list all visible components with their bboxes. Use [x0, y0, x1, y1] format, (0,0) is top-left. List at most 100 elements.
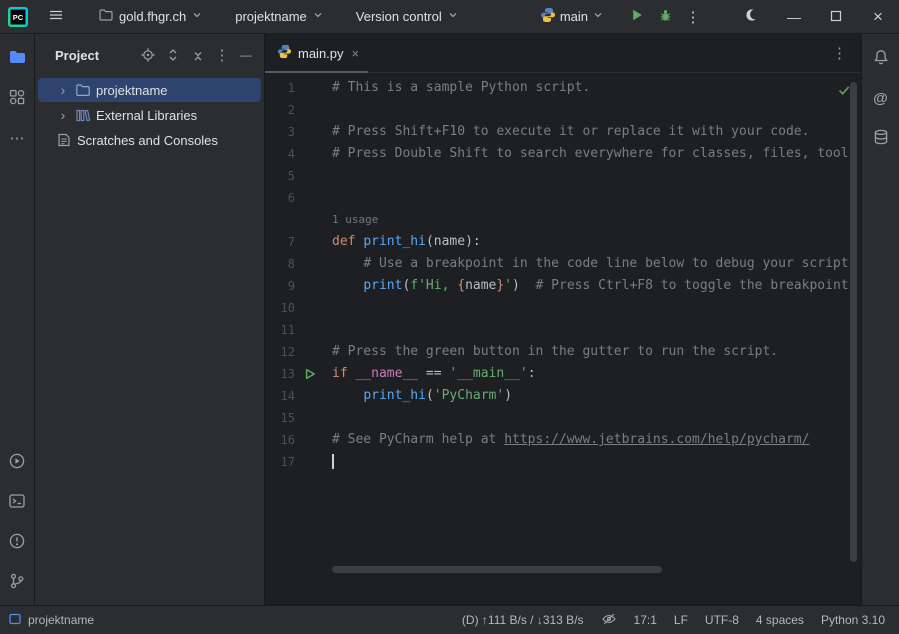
structure-tool-button[interactable] — [5, 86, 29, 110]
project-tool-button[interactable] — [5, 46, 29, 70]
gutter — [295, 341, 332, 363]
pycharm-logo: PC — [8, 7, 28, 27]
theme-toggle-button[interactable] — [731, 0, 773, 33]
chevron-down-icon — [447, 9, 459, 24]
line-number: 17 — [265, 451, 295, 473]
line-number: 14 — [265, 385, 295, 407]
expand-selection-icon[interactable] — [165, 47, 181, 63]
git-branch-icon — [8, 572, 26, 593]
line-number: 9 — [265, 275, 295, 297]
collapse-all-icon[interactable] — [190, 47, 206, 63]
editor-options-icon[interactable]: ⋮ — [832, 44, 847, 62]
main-menu-button[interactable] — [42, 4, 70, 30]
left-toolbar: ⋯ — [0, 34, 35, 605]
chevron-right-icon[interactable]: › — [56, 83, 70, 97]
code-line-5[interactable]: 5 — [265, 165, 861, 187]
run-play-icon — [630, 8, 644, 25]
code-line-16[interactable]: 16# See PyCharm help at https://www.jetb… — [265, 429, 861, 451]
ai-assistant-button[interactable]: @ — [869, 86, 893, 110]
code-line-1[interactable]: 1# This is a sample Python script. — [265, 77, 861, 99]
chevron-right-icon[interactable]: › — [56, 108, 70, 122]
panel-options-icon[interactable]: ⋮ — [215, 47, 229, 63]
line-separator-widget[interactable]: LF — [674, 613, 688, 627]
tree-item-projektname[interactable]: ›projektname — [38, 78, 261, 102]
code-line-4[interactable]: 4# Press Double Shift to search everywhe… — [265, 143, 861, 165]
debug-button[interactable] — [651, 4, 679, 30]
run-configuration-widget[interactable]: main — [535, 4, 609, 29]
line-number: 3 — [265, 121, 295, 143]
interpreter-widget[interactable]: Python 3.10 — [821, 613, 885, 627]
code-line-13[interactable]: 13if __name__ == '__main__': — [265, 363, 861, 385]
code-line-8[interactable]: 8 # Use a breakpoint in the code line be… — [265, 253, 861, 275]
notifications-button[interactable] — [869, 46, 893, 70]
terminal-tool-button[interactable] — [5, 490, 29, 514]
code-line-7[interactable]: 7def print_hi(name): — [265, 231, 861, 253]
gutter — [295, 165, 332, 187]
close-button[interactable]: × — [857, 0, 899, 33]
chevron-down-icon — [592, 9, 604, 24]
statusbar-project-widget[interactable]: projektname — [8, 612, 94, 629]
inspections-ok-icon[interactable] — [837, 83, 851, 97]
minimize-icon: — — [787, 9, 801, 25]
python-logo-icon — [540, 7, 556, 26]
titlebar: PC gold.fhgr.ch projektname Version cont — [0, 0, 899, 34]
code-line-2[interactable]: 2 — [265, 99, 861, 121]
highlighting-level-icon[interactable] — [601, 611, 617, 630]
more-tools-button[interactable]: ⋯ — [5, 126, 29, 150]
code-area: 1# This is a sample Python script.23# Pr… — [265, 73, 861, 473]
network-speed-widget[interactable]: (D) ↑111 B/s / ↓313 B/s — [462, 613, 584, 627]
gutter — [295, 253, 332, 275]
project-badge-icon — [8, 612, 22, 629]
vcs-widget-label: Version control — [356, 9, 442, 24]
run-button[interactable] — [623, 4, 651, 30]
gutter — [295, 429, 332, 451]
code-line-12[interactable]: 12# Press the green button in the gutter… — [265, 341, 861, 363]
gutter — [295, 297, 332, 319]
database-button[interactable] — [869, 126, 893, 150]
code-line-3[interactable]: 3# Press Shift+F10 to execute it or repl… — [265, 121, 861, 143]
run-line-gutter-icon[interactable] — [295, 363, 332, 385]
text-caret — [332, 454, 334, 469]
svg-text:PC: PC — [13, 13, 24, 22]
more-actions-button[interactable]: ⋮ — [679, 4, 707, 30]
minimize-button[interactable]: — — [773, 0, 815, 33]
pycharm-window: PC gold.fhgr.ch projektname Version cont — [0, 0, 899, 634]
problems-tool-button[interactable] — [5, 530, 29, 554]
caret-position-widget[interactable]: 17:1 — [634, 613, 657, 627]
indent-widget[interactable]: 4 spaces — [756, 613, 804, 627]
project-widget[interactable]: gold.fhgr.ch — [94, 4, 207, 29]
editor-tabbar: main.py × ⋮ — [265, 34, 861, 73]
run-window-icon — [8, 452, 26, 473]
vcs-widget[interactable]: Version control — [352, 6, 463, 27]
tree-item-label: Scratches and Consoles — [77, 133, 218, 148]
tree-item-external-libraries[interactable]: ›External Libraries — [38, 103, 261, 127]
locate-file-icon[interactable] — [140, 47, 156, 63]
horizontal-scrollbar[interactable] — [332, 566, 662, 573]
line-number: 2 — [265, 99, 295, 121]
code-line-17[interactable]: 17 — [265, 451, 861, 473]
code-line-11[interactable]: 11 — [265, 319, 861, 341]
tree-item-scratches-and-consoles[interactable]: Scratches and Consoles — [38, 128, 261, 152]
line-number: 10 — [265, 297, 295, 319]
vertical-scrollbar[interactable] — [850, 82, 857, 562]
code-line-6[interactable]: 6 — [265, 187, 861, 209]
code-line-15[interactable]: 15 — [265, 407, 861, 429]
maximize-button[interactable] — [815, 0, 857, 33]
inlay-hint-row[interactable]: 1 usage — [265, 209, 861, 231]
gutter — [295, 407, 332, 429]
code-line-10[interactable]: 10 — [265, 297, 861, 319]
right-toolbar: @ — [861, 34, 899, 605]
run-tool-button[interactable] — [5, 450, 29, 474]
editor[interactable]: 1# This is a sample Python script.23# Pr… — [265, 73, 861, 605]
encoding-widget[interactable]: UTF-8 — [705, 613, 739, 627]
code-line-14[interactable]: 14 print_hi('PyCharm') — [265, 385, 861, 407]
hide-panel-icon[interactable]: — — [238, 47, 254, 63]
tab-main-py[interactable]: main.py × — [265, 34, 368, 72]
code-line-9[interactable]: 9 print(f'Hi, {name}') # Press Ctrl+F8 t… — [265, 275, 861, 297]
module-widget[interactable]: projektname — [231, 6, 328, 27]
tab-close-icon[interactable]: × — [352, 46, 360, 61]
gutter — [295, 187, 332, 209]
chevron-down-icon — [312, 9, 324, 24]
maximize-icon — [830, 9, 842, 25]
version-control-tool-button[interactable] — [5, 570, 29, 594]
